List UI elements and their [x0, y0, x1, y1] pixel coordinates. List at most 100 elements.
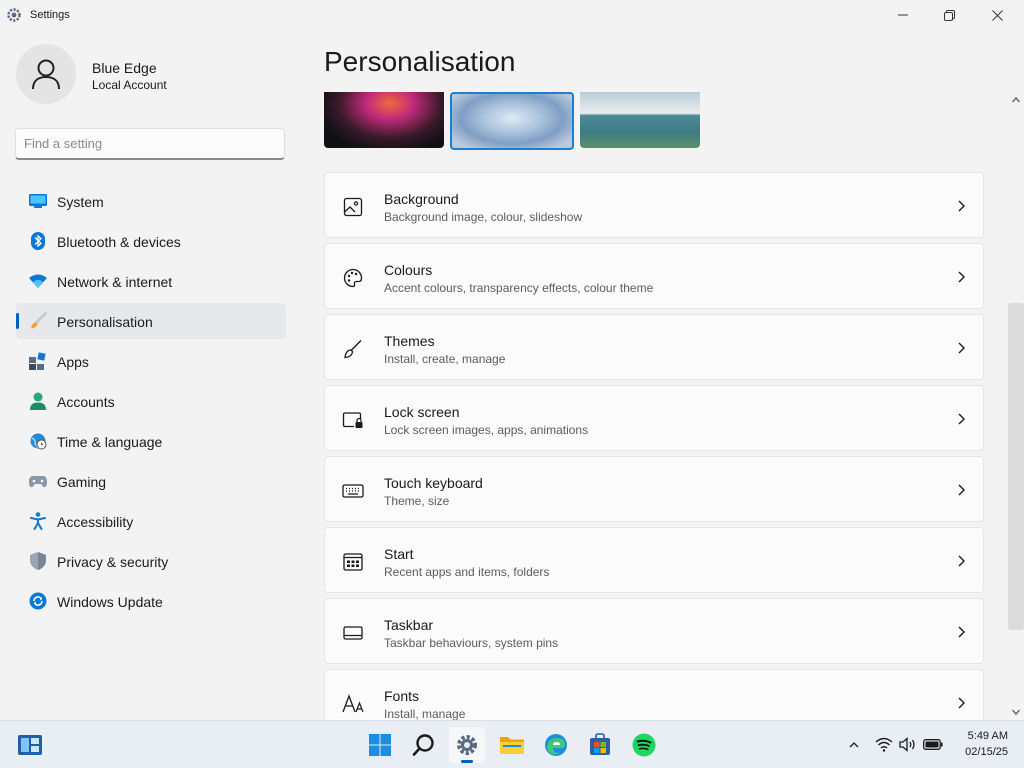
lock-screen-icon	[342, 409, 364, 431]
sidebar-item-label: Time & language	[57, 434, 163, 450]
store-button[interactable]	[582, 727, 618, 763]
sidebar-item-network[interactable]: Network & internet	[16, 263, 286, 299]
card-title: Fonts	[384, 688, 420, 704]
card-subtitle: Background image, colour, slideshow	[384, 210, 583, 224]
wifi-icon	[29, 272, 47, 290]
user-profile[interactable]: Blue Edge Local Account	[16, 44, 286, 106]
card-subtitle: Install, manage	[384, 707, 466, 721]
chevron-right-icon	[958, 413, 965, 425]
sidebar-item-apps[interactable]: Apps	[16, 343, 286, 379]
card-background[interactable]: Background Background image, colour, sli…	[324, 172, 984, 238]
apps-icon	[29, 352, 47, 370]
active-indicator	[16, 313, 19, 329]
search-input[interactable]	[16, 129, 284, 158]
search-button[interactable]	[406, 727, 442, 763]
card-subtitle: Taskbar behaviours, system pins	[384, 636, 559, 650]
brush-icon	[342, 338, 364, 360]
brush-icon	[29, 312, 47, 330]
sidebar-item-label: Network & internet	[57, 274, 173, 290]
spotify-button[interactable]	[626, 727, 662, 763]
shield-icon	[29, 552, 47, 570]
start-button[interactable]	[362, 727, 398, 763]
sidebar-item-label: Gaming	[57, 474, 107, 490]
avatar	[16, 44, 76, 104]
widgets-icon	[18, 735, 42, 755]
settings-taskbar-button[interactable]	[449, 727, 485, 763]
gamepad-icon	[29, 472, 47, 490]
store-icon	[590, 733, 610, 755]
volume-icon[interactable]	[899, 737, 917, 752]
sidebar-item-label: Windows Update	[57, 594, 163, 610]
taskbar-icon	[342, 622, 364, 644]
chevron-right-icon	[958, 697, 965, 709]
keyboard-icon	[342, 480, 364, 502]
edge-button[interactable]	[538, 727, 574, 763]
window-title: Settings	[30, 9, 70, 21]
card-themes[interactable]: Themes Install, create, manage	[324, 314, 984, 380]
user-name: Blue Edge	[92, 60, 157, 76]
sidebar-item-accessibility[interactable]: Accessibility	[16, 503, 286, 539]
sidebar-item-gaming[interactable]: Gaming	[16, 463, 286, 499]
sidebar-item-label: Apps	[57, 354, 89, 370]
sidebar-item-label: System	[57, 194, 104, 210]
file-explorer-button[interactable]	[494, 727, 530, 763]
card-title: Background	[384, 191, 459, 207]
card-title: Colours	[384, 262, 433, 278]
card-colours[interactable]: Colours Accent colours, transparency eff…	[324, 243, 984, 309]
sidebar-item-label: Accessibility	[57, 514, 134, 530]
card-touch-keyboard[interactable]: Touch keyboard Theme, size	[324, 456, 984, 522]
scroll-up-arrow-icon[interactable]	[1011, 95, 1021, 105]
accessibility-icon	[29, 512, 47, 530]
close-button[interactable]	[974, 0, 1020, 30]
sidebar-item-windows-update[interactable]: Windows Update	[16, 583, 286, 619]
person-icon	[29, 392, 47, 410]
windows-start-icon	[369, 734, 391, 756]
update-icon	[29, 592, 47, 610]
wifi-icon[interactable]	[875, 737, 893, 752]
theme-thumbnail[interactable]	[324, 92, 444, 148]
title-bar: Settings	[0, 0, 1024, 30]
start-icon	[342, 551, 364, 573]
card-subtitle: Recent apps and items, folders	[384, 565, 550, 579]
chevron-right-icon	[958, 626, 965, 638]
scroll-down-arrow-icon[interactable]	[1011, 707, 1021, 717]
edge-icon	[545, 734, 567, 756]
minimize-button[interactable]	[880, 0, 926, 30]
running-indicator	[461, 760, 473, 763]
taskbar: 5:49 AM 02/15/25	[0, 720, 1024, 768]
card-subtitle: Install, create, manage	[384, 352, 506, 366]
clock-date[interactable]: 02/15/25	[948, 746, 1008, 758]
sidebar-item-label: Bluetooth & devices	[57, 234, 181, 250]
person-icon	[32, 59, 60, 90]
settings-cards: Background Background image, colour, sli…	[324, 172, 984, 740]
sidebar-item-accounts[interactable]: Accounts	[16, 383, 286, 419]
account-type: Local Account	[92, 78, 167, 92]
chevron-right-icon	[958, 200, 965, 212]
chevron-up-icon[interactable]	[848, 739, 860, 751]
bluetooth-icon	[29, 232, 47, 250]
sidebar-item-system[interactable]: System	[16, 183, 286, 219]
restore-button[interactable]	[926, 0, 972, 30]
card-lock-screen[interactable]: Lock screen Lock screen images, apps, an…	[324, 385, 984, 451]
card-taskbar[interactable]: Taskbar Taskbar behaviours, system pins	[324, 598, 984, 664]
card-title: Touch keyboard	[384, 475, 483, 491]
search-box[interactable]	[15, 128, 285, 160]
card-start[interactable]: Start Recent apps and items, folders	[324, 527, 984, 593]
sidebar-item-bluetooth[interactable]: Bluetooth & devices	[16, 223, 286, 259]
sidebar-item-label: Personalisation	[57, 314, 153, 330]
globe-clock-icon	[29, 432, 47, 450]
scrollbar-thumb[interactable]	[1008, 303, 1024, 630]
clock-time[interactable]: 5:49 AM	[948, 730, 1008, 742]
sidebar-item-label: Accounts	[57, 394, 115, 410]
chevron-right-icon	[958, 555, 965, 567]
sidebar-item-label: Privacy & security	[57, 554, 169, 570]
theme-thumbnail[interactable]	[580, 92, 700, 148]
theme-thumbnail-selected[interactable]	[450, 92, 574, 150]
sidebar-item-time-language[interactable]: Time & language	[16, 423, 286, 459]
chevron-right-icon	[958, 484, 965, 496]
widgets-button[interactable]	[12, 727, 48, 763]
card-subtitle: Theme, size	[384, 494, 450, 508]
sidebar-item-privacy[interactable]: Privacy & security	[16, 543, 286, 579]
sidebar-item-personalisation[interactable]: Personalisation	[16, 303, 286, 339]
battery-icon[interactable]	[923, 739, 943, 750]
